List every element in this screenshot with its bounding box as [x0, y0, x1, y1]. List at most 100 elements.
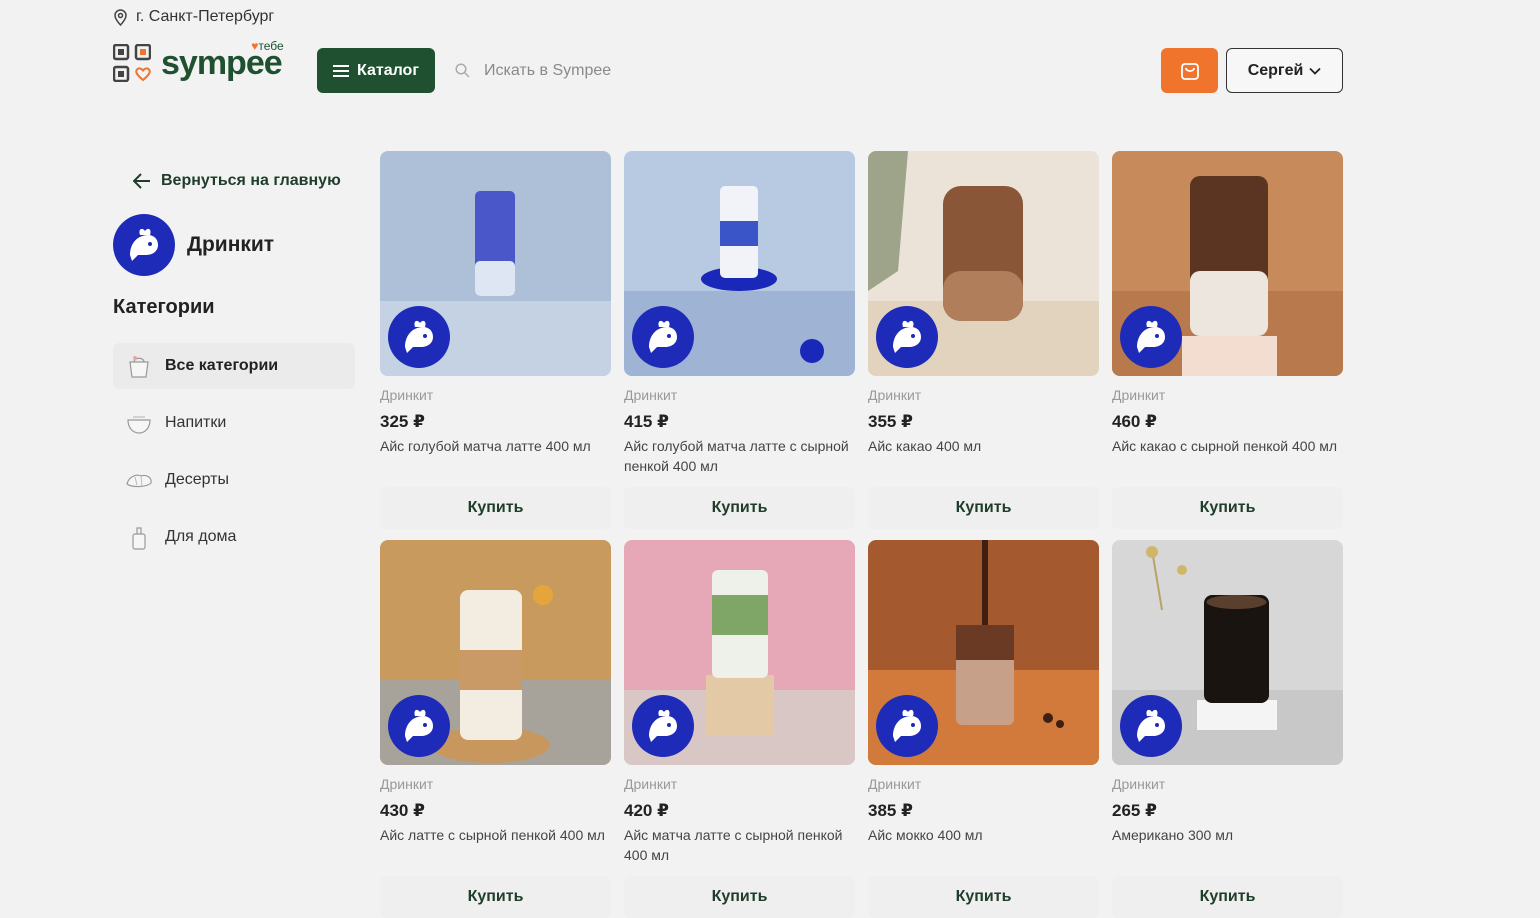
product-image[interactable]	[1112, 540, 1343, 765]
store-avatar	[113, 214, 175, 276]
logo-superscript: тебе	[258, 39, 284, 53]
category-all[interactable]: Все категории	[113, 343, 355, 389]
product-seller: Дринкит	[1112, 776, 1166, 792]
drinkit-logo-icon	[130, 228, 158, 261]
product-image[interactable]	[380, 540, 611, 765]
sympee-logo[interactable]: sympee ♥тебе	[113, 39, 284, 82]
cart-button[interactable]	[1161, 48, 1218, 93]
seller-badge	[632, 306, 694, 368]
product-card[interactable]: Дринкит 325 ₽ Айс голубой матча латте 40…	[380, 151, 612, 529]
drinkit-logo-icon	[1137, 709, 1165, 742]
croissant-icon	[126, 474, 152, 488]
product-image[interactable]	[1112, 151, 1343, 376]
product-title[interactable]: Айс голубой матча латте 400 мл	[380, 436, 612, 476]
product-image[interactable]	[868, 540, 1099, 765]
product-card[interactable]: Дринкит 430 ₽ Айс латте с сырной пенкой …	[380, 540, 612, 918]
hamburger-icon	[333, 64, 349, 77]
product-price: 385 ₽	[868, 801, 913, 820]
seller-badge	[876, 695, 938, 757]
buy-button[interactable]: Купить	[624, 876, 855, 918]
buy-button[interactable]: Купить	[624, 487, 855, 529]
product-seller: Дринкит	[380, 776, 434, 792]
search-input[interactable]	[484, 61, 1084, 80]
basket-icon	[129, 356, 149, 378]
catalog-label: Каталог	[357, 61, 419, 79]
product-card[interactable]: Дринкит 385 ₽ Айс мокко 400 мл Купить	[868, 540, 1100, 918]
product-seller: Дринкит	[868, 387, 922, 403]
arrow-left-icon	[133, 173, 150, 189]
product-title[interactable]: Айс какао с сырной пенкой 400 мл	[1112, 436, 1344, 476]
search-icon	[455, 63, 470, 78]
product-seller: Дринкит	[624, 776, 678, 792]
product-price: 420 ₽	[624, 801, 669, 820]
drinkit-logo-icon	[893, 320, 921, 353]
drinkit-logo-icon	[1137, 320, 1165, 353]
search-bar[interactable]	[455, 48, 1135, 93]
buy-button[interactable]: Купить	[1112, 487, 1343, 529]
back-to-home-link[interactable]: Вернуться на главную	[133, 172, 341, 190]
product-card[interactable]: Дринкит 420 ₽ Айс матча латте с сырной п…	[624, 540, 856, 918]
category-label: Десерты	[165, 471, 230, 488]
product-price: 325 ₽	[380, 412, 425, 431]
product-image[interactable]	[380, 151, 611, 376]
product-title[interactable]: Айс голубой матча латте с сырной пенкой …	[624, 436, 856, 476]
seller-badge	[876, 306, 938, 368]
shopping-bag-icon	[1180, 62, 1199, 80]
product-price: 265 ₽	[1112, 801, 1157, 820]
city-selector[interactable]: г. Санкт-Петербург	[113, 8, 274, 26]
user-name: Сергей	[1247, 61, 1304, 79]
drinkit-logo-icon	[405, 320, 433, 353]
product-image[interactable]	[868, 151, 1099, 376]
drinkit-logo-icon	[649, 709, 677, 742]
product-title[interactable]: Айс мокко 400 мл	[868, 825, 1100, 865]
product-title[interactable]: Айс латте с сырной пенкой 400 мл	[380, 825, 612, 865]
product-card[interactable]: Дринкит 460 ₽ Айс какао с сырной пенкой …	[1112, 151, 1344, 529]
category-list: Все категории Напитки Десерты Для дома	[113, 343, 355, 571]
location-pin-icon	[114, 8, 127, 26]
drinkit-logo-icon	[893, 709, 921, 742]
seller-badge	[388, 306, 450, 368]
categories-title: Категории	[113, 296, 215, 318]
drinkit-logo-icon	[405, 709, 433, 742]
product-title[interactable]: Айс какао 400 мл	[868, 436, 1100, 476]
bottle-icon	[132, 527, 146, 550]
product-title[interactable]: Американо 300 мл	[1112, 825, 1344, 865]
product-seller: Дринкит	[380, 387, 434, 403]
product-title[interactable]: Айс матча латте с сырной пенкой 400 мл	[624, 825, 856, 865]
category-label: Напитки	[165, 414, 227, 431]
seller-badge	[388, 695, 450, 757]
product-image[interactable]	[624, 540, 855, 765]
category-drinks[interactable]: Напитки	[113, 400, 355, 446]
buy-button[interactable]: Купить	[380, 487, 611, 529]
product-price: 415 ₽	[624, 412, 669, 431]
store-name: Дринкит	[187, 233, 275, 256]
buy-button[interactable]: Купить	[380, 876, 611, 918]
category-label: Для дома	[165, 528, 237, 545]
drinkit-logo-icon	[649, 320, 677, 353]
cup-icon	[127, 416, 151, 434]
product-seller: Дринкит	[868, 776, 922, 792]
category-label: Все категории	[165, 357, 279, 374]
product-price: 430 ₽	[380, 801, 425, 820]
user-menu-button[interactable]: Сергей	[1226, 48, 1343, 93]
qr-logo-icon	[113, 44, 151, 82]
buy-button[interactable]: Купить	[868, 876, 1099, 918]
product-seller: Дринкит	[624, 387, 678, 403]
back-label: Вернуться на главную	[161, 172, 341, 189]
seller-badge	[1120, 695, 1182, 757]
category-desserts[interactable]: Десерты	[113, 457, 355, 503]
seller-badge	[632, 695, 694, 757]
chevron-down-icon	[1309, 67, 1321, 75]
product-card[interactable]: Дринкит 415 ₽ Айс голубой матча латте с …	[624, 151, 856, 529]
product-seller: Дринкит	[1112, 387, 1166, 403]
product-card[interactable]: Дринкит 355 ₽ Айс какао 400 мл Купить	[868, 151, 1100, 529]
product-price: 355 ₽	[868, 412, 913, 431]
product-image[interactable]	[624, 151, 855, 376]
city-label: г. Санкт-Петербург	[136, 8, 275, 25]
buy-button[interactable]: Купить	[1112, 876, 1343, 918]
catalog-button[interactable]: Каталог	[317, 48, 435, 93]
buy-button[interactable]: Купить	[868, 487, 1099, 529]
category-home[interactable]: Для дома	[113, 514, 355, 560]
product-card[interactable]: Дринкит 265 ₽ Американо 300 мл Купить	[1112, 540, 1344, 918]
logo-text: sympee ♥тебе	[161, 39, 284, 82]
